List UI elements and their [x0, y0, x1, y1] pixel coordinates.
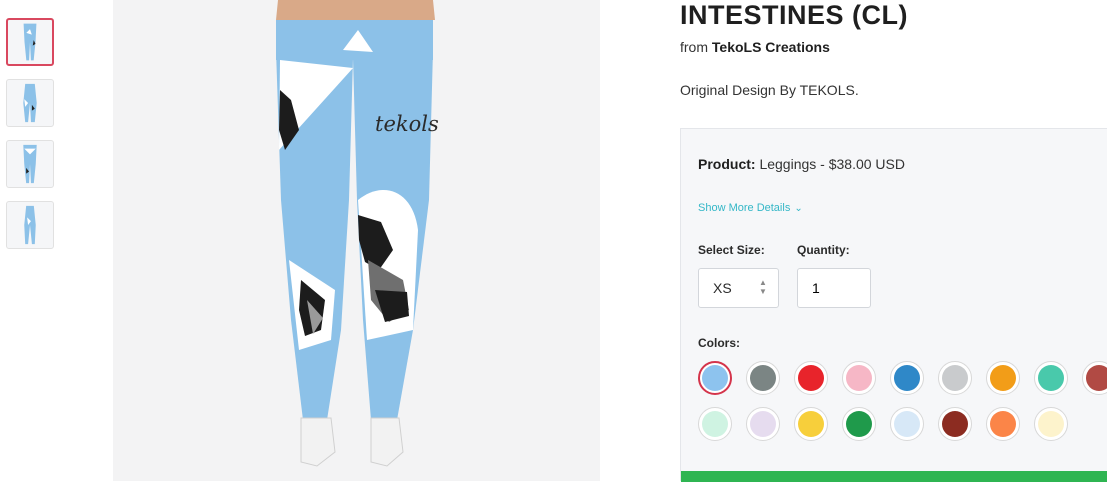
size-value: XS [713, 280, 732, 296]
size-label: Select Size: [698, 243, 765, 257]
product-info: INTESTINES (CL) from TekoLS Creations Or… [680, 0, 1107, 482]
color-swatch[interactable] [794, 407, 828, 441]
creator-line: from TekoLS Creations [680, 39, 830, 55]
purchase-panel: Product: Leggings - $38.00 USD Show More… [680, 128, 1107, 482]
product-title: INTESTINES (CL) [680, 0, 908, 30]
quantity-input[interactable] [797, 268, 871, 308]
color-dot [1038, 365, 1064, 391]
color-swatch[interactable] [842, 407, 876, 441]
add-to-cart-button[interactable] [681, 471, 1107, 482]
color-swatch[interactable] [890, 361, 924, 395]
color-swatch[interactable] [698, 407, 732, 441]
color-dot [846, 411, 872, 437]
thumbnail-list [6, 18, 58, 262]
color-dot [894, 365, 920, 391]
quantity-label: Quantity: [797, 243, 850, 257]
show-more-label: Show More Details [698, 202, 791, 214]
color-swatch[interactable] [986, 361, 1020, 395]
color-dot [990, 365, 1016, 391]
color-dot [750, 365, 776, 391]
color-dot [942, 411, 968, 437]
show-more-details-link[interactable]: Show More Details ⌄ [698, 202, 803, 214]
color-swatches [698, 361, 1107, 453]
color-dot [942, 365, 968, 391]
product-description: Original Design By TEKOLS. [680, 82, 859, 98]
color-swatch[interactable] [1034, 361, 1068, 395]
swatch-row-1 [698, 361, 1107, 407]
color-swatch[interactable] [842, 361, 876, 395]
legging-thumb-icon [24, 205, 36, 245]
color-dot [846, 365, 872, 391]
legging-thumb-icon [23, 83, 37, 123]
select-arrows-icon: ▲ ▼ [759, 278, 767, 296]
color-dot [1038, 411, 1064, 437]
thumbnail-side[interactable] [6, 79, 54, 127]
color-dot [702, 365, 728, 391]
creator-link[interactable]: TekoLS Creations [712, 39, 830, 55]
product-type-line: Product: Leggings - $38.00 USD [698, 156, 905, 172]
thumbnail-front[interactable] [6, 18, 54, 66]
color-swatch[interactable] [698, 361, 732, 395]
colors-label: Colors: [698, 336, 740, 350]
thumbnail-back[interactable] [6, 140, 54, 188]
color-swatch[interactable] [794, 361, 828, 395]
color-dot [990, 411, 1016, 437]
color-swatch[interactable] [890, 407, 924, 441]
legging-thumb-icon [23, 144, 37, 184]
color-dot [894, 411, 920, 437]
size-select[interactable]: XS ▲ ▼ [698, 268, 779, 308]
swatch-row-2 [698, 407, 1107, 453]
color-dot [750, 411, 776, 437]
chevron-down-icon: ⌄ [794, 203, 803, 214]
color-dot [798, 411, 824, 437]
color-dot [798, 365, 824, 391]
brand-print-text: tekols [375, 112, 439, 136]
color-swatch[interactable] [746, 407, 780, 441]
legging-thumb-icon [23, 23, 37, 61]
color-swatch[interactable] [1082, 361, 1107, 395]
color-swatch[interactable] [938, 407, 972, 441]
color-swatch[interactable] [746, 361, 780, 395]
product-value: Leggings - $38.00 USD [759, 156, 905, 172]
from-prefix: from [680, 39, 708, 55]
product-label: Product: [698, 156, 756, 172]
product-image: tekols [113, 0, 600, 481]
color-swatch[interactable] [1034, 407, 1068, 441]
thumbnail-other[interactable] [6, 201, 54, 249]
color-swatch[interactable] [938, 361, 972, 395]
color-swatch[interactable] [986, 407, 1020, 441]
color-dot [702, 411, 728, 437]
color-dot [1086, 365, 1107, 391]
